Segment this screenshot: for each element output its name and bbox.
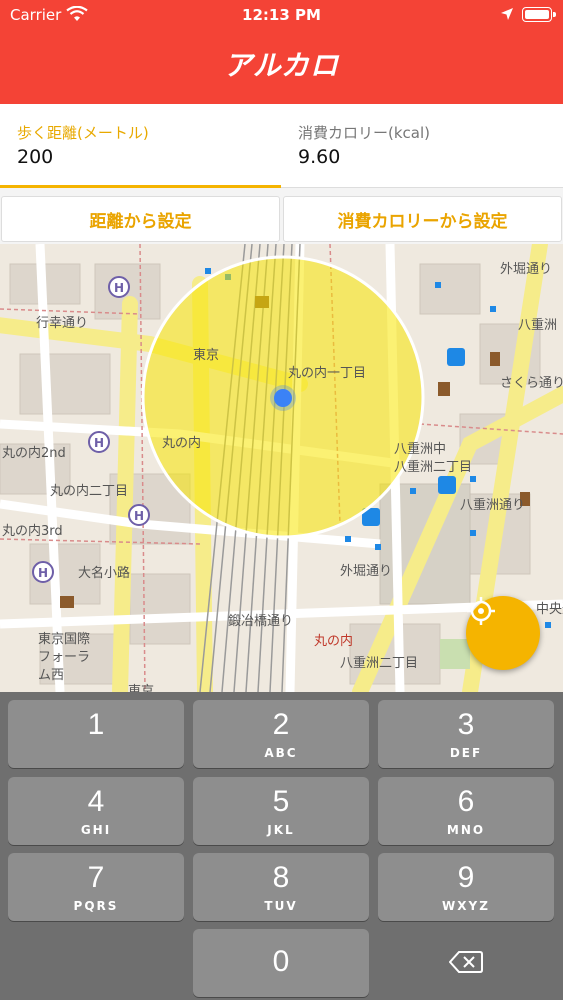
map-label: 八重洲中 — [394, 442, 447, 457]
map-label: 鍛冶橋通り — [228, 614, 294, 629]
key-digit: 5 — [272, 785, 290, 818]
map-label: 大名小路 — [78, 566, 131, 581]
svg-text:H: H — [134, 509, 144, 523]
key-digit: 4 — [87, 785, 105, 818]
map-label: 八重洲通り — [460, 498, 526, 513]
key-1[interactable]: 1 — [8, 700, 184, 768]
key-letters: ABC — [264, 746, 298, 760]
key-2[interactable]: 2 ABC — [193, 700, 369, 768]
map-label: 行幸通り — [36, 316, 89, 331]
key-letters: MNO — [446, 823, 486, 837]
key-letters: GHI — [80, 823, 112, 837]
calorie-input[interactable]: 9.60 — [298, 146, 538, 168]
distance-input[interactable]: 200 — [17, 146, 257, 168]
map-label: 丸の内3rd — [2, 524, 63, 539]
map-label: 中央通り — [536, 602, 563, 617]
map-label: 東京 — [128, 684, 155, 692]
key-5[interactable]: 5 JKL — [193, 777, 369, 845]
key-digit: 6 — [457, 785, 475, 818]
crosshair-icon — [467, 597, 495, 625]
battery-icon — [522, 7, 556, 22]
map-label: 外堀通り — [500, 262, 553, 277]
number-keypad: 1 2 ABC 3 DEF 4 GHI 5 JKL 6 MNO 7 PQRS 8… — [0, 692, 563, 1000]
map-label: 東京国際 — [38, 632, 91, 647]
map-label: フォーラ — [38, 650, 91, 665]
svg-text:H: H — [38, 566, 48, 580]
key-digit: 0 — [272, 945, 290, 978]
map-label: 丸の内一丁目 — [288, 366, 367, 381]
set-by-distance-button[interactable]: 距離から設定 — [1, 196, 280, 242]
set-by-calorie-button[interactable]: 消費カロリーから設定 — [283, 196, 562, 242]
key-digit: 9 — [457, 861, 475, 894]
key-3[interactable]: 3 DEF — [378, 700, 554, 768]
key-7[interactable]: 7 PQRS — [8, 853, 184, 921]
map-label: 丸の内 — [314, 634, 354, 649]
navigation-bar: Carrier 12:13 PM アルカロ — [0, 0, 563, 104]
key-0[interactable]: 0 — [193, 929, 369, 997]
map-label: 八重洲 — [518, 318, 558, 333]
key-9[interactable]: 9 WXYZ — [378, 853, 554, 921]
map-label: 東京 — [193, 348, 220, 363]
map-label: 丸の内 — [162, 436, 202, 451]
key-digit: 3 — [457, 708, 475, 741]
key-digit: 8 — [272, 861, 290, 894]
key-digit: 2 — [272, 708, 290, 741]
action-buttons: 距離から設定 消費カロリーから設定 — [0, 196, 563, 244]
key-8[interactable]: 8 TUV — [193, 853, 369, 921]
location-arrow-icon — [501, 8, 513, 20]
my-location-button[interactable] — [466, 596, 540, 670]
key-letters: PQRS — [73, 899, 119, 913]
key-letters: JKL — [267, 823, 295, 837]
user-location-icon — [270, 385, 296, 411]
divider — [0, 188, 563, 196]
map-label: 丸の内2nd — [2, 446, 66, 461]
svg-text:H: H — [114, 281, 124, 295]
map-label: さくら通り — [500, 376, 563, 391]
map-label: 外堀通り — [340, 564, 393, 579]
delete-key[interactable] — [378, 928, 554, 996]
distance-label: 歩く距離(メートル) — [17, 124, 149, 142]
distance-field[interactable]: 歩く距離(メートル) 200 — [0, 104, 281, 188]
key-6[interactable]: 6 MNO — [378, 777, 554, 845]
input-panel: 歩く距離(メートル) 200 消費カロリー(kcal) 9.60 — [0, 104, 563, 188]
map-label: 丸の内二丁目 — [50, 484, 129, 499]
status-bar: Carrier 12:13 PM — [0, 0, 563, 32]
map-label: ム西 — [38, 668, 65, 683]
calorie-field[interactable]: 消費カロリー(kcal) 9.60 — [281, 104, 563, 188]
map-label: 八重洲二丁目 — [394, 460, 473, 475]
calorie-label: 消費カロリー(kcal) — [298, 124, 430, 142]
clock: 12:13 PM — [242, 6, 321, 24]
key-digit: 7 — [87, 861, 105, 894]
map-view[interactable]: H H H H 行幸通り 東京 丸の内一丁目 丸の内 丸の内2nd 丸の内二丁目 丸の… — [0, 244, 563, 692]
key-letters: TUV — [264, 899, 298, 913]
key-4[interactable]: 4 GHI — [8, 777, 184, 845]
key-letters: DEF — [449, 746, 483, 760]
app-title: アルカロ — [224, 49, 339, 82]
svg-text:H: H — [94, 436, 104, 450]
map-label: 八重洲二丁目 — [340, 656, 419, 671]
backspace-icon — [449, 951, 483, 973]
key-letters: WXYZ — [442, 899, 490, 913]
key-digit: 1 — [87, 708, 105, 741]
